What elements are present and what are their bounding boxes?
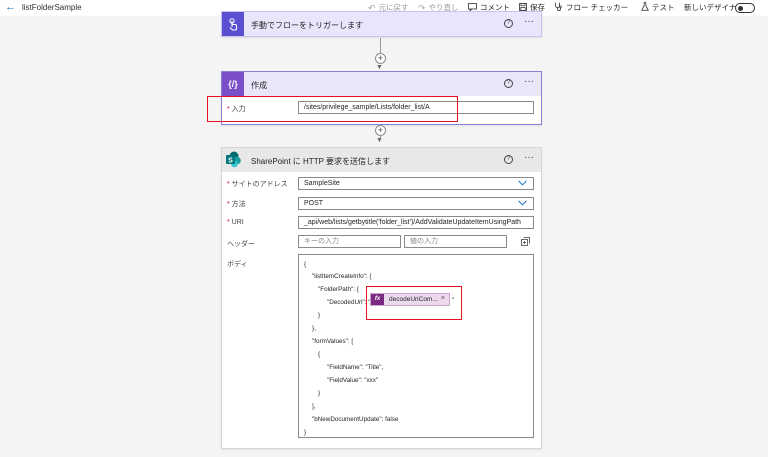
help-icon[interactable]: ? [504,19,513,28]
insert-step-button[interactable]: + [375,125,386,136]
sharepoint-icon: S [226,151,241,168]
connector-line [380,38,381,54]
method-label: * 方法 [227,201,246,208]
body-line: "formValues": [ [312,338,354,345]
test-label: テスト [652,3,675,12]
more-options-icon[interactable]: ··· [524,76,534,87]
test-button[interactable]: テスト [641,2,675,13]
down-arrow-icon: ▼ [376,64,383,71]
trigger-card[interactable]: 手動でフローをトリガーします ? ··· [221,11,542,37]
back-arrow-icon[interactable]: ← [5,1,16,14]
flask-icon [641,2,649,13]
method-label-text: 方法 [231,201,246,208]
body-editor[interactable] [298,254,534,438]
body-line: { [318,351,321,358]
header-key-input[interactable]: キーの入力 [298,235,401,248]
site-address-dropdown[interactable]: SampleSite [298,177,534,190]
hand-tap-icon [222,12,244,36]
trigger-card-header[interactable]: 手動でフローをトリガーします ? ··· [222,12,541,36]
body-line: "bNewDocumentUpdate": false [312,416,399,423]
site-address-value: SampleSite [304,180,340,187]
body-line: }, [312,325,316,332]
new-designer-toggle[interactable] [735,3,755,13]
more-options-icon[interactable]: ··· [524,16,534,27]
compose-title: 作成 [251,81,267,90]
highlight-box [207,96,458,122]
help-icon[interactable]: ? [504,155,513,164]
body-line: } [304,429,307,436]
svg-text:S: S [228,157,233,164]
highlight-box [366,286,462,320]
sharepoint-card-header[interactable]: S SharePoint に HTTP 要求を送信します ? ··· [222,148,541,172]
site-address-label: * サイトのアドレス [227,181,288,188]
header-value-input[interactable]: 値の入力 [404,235,507,248]
body-line: ], [312,403,316,410]
chevron-down-icon [518,198,527,209]
compose-card-header[interactable]: {/} 作成 ? ··· [222,72,541,96]
method-value: POST [304,200,324,207]
chevron-down-icon [518,178,527,189]
uri-input[interactable]: _api/web/lists/getbytitle('folder_list')… [298,216,534,229]
compose-icon: {/} [222,72,244,96]
body-line: "FieldName": "Title", [327,364,384,371]
body-line: { [304,261,307,268]
sharepoint-title: SharePoint に HTTP 要求を送信します [251,157,390,166]
help-icon[interactable]: ? [504,79,513,88]
body-line: } [318,312,321,319]
body-line: "FolderPath": { [318,286,359,293]
trigger-title: 手動でフローをトリガーします [251,21,363,30]
body-line: } [318,390,321,397]
stethoscope-icon [554,2,563,13]
more-options-icon[interactable]: ··· [524,152,534,163]
body-label: ボディ [227,261,248,268]
body-line: "FieldValue": "xxx" [327,377,379,384]
site-address-label-text: サイトのアドレス [231,181,288,188]
body-line: "DecodedUrl": " [327,299,371,306]
body-line: "listItemCreateInfo": { [312,273,372,280]
flow-checker-button[interactable]: フロー チェッカー [554,2,628,13]
switch-to-text-mode-icon[interactable] [521,237,530,248]
uri-label: * URI [227,219,244,226]
method-dropdown[interactable]: POST [298,197,534,210]
down-arrow-icon: ▼ [376,137,383,144]
uri-label-text: URI [231,219,244,226]
insert-step-button[interactable]: + [375,53,386,64]
toggle-knob [738,5,743,11]
flow-name: listFolderSample [22,3,82,12]
flow-checker-label: フロー チェッカー [566,3,629,12]
headers-label: ヘッダー [227,241,255,248]
